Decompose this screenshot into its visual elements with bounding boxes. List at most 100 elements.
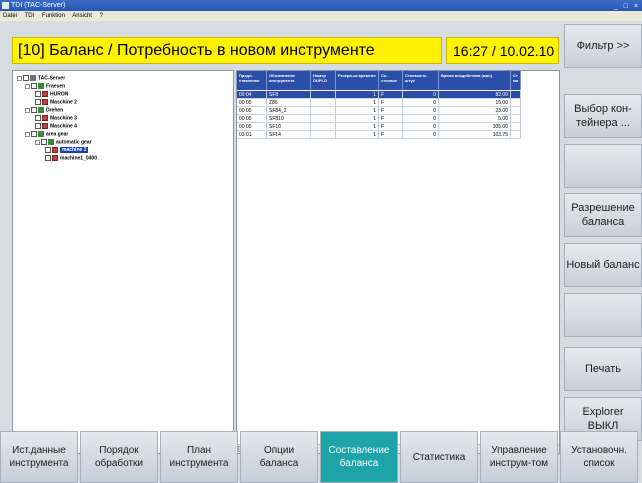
column-header[interactable]: Ст мо [511, 71, 521, 90]
expand-toggle-icon[interactable] [25, 131, 30, 137]
column-header[interactable]: Резерв-ка времени [336, 71, 379, 90]
tree-node-label: Maschine 4 [50, 123, 77, 130]
tree-node[interactable]: Maschine 4 [35, 123, 77, 130]
server-icon [30, 75, 36, 81]
table-cell: 00:05 [237, 115, 267, 123]
softkey-составление[interactable]: Составление баланса [320, 431, 398, 483]
tree-node[interactable]: Maschine 2 [35, 99, 77, 106]
table-cell: 00:05 [237, 107, 267, 115]
expand-toggle-icon[interactable] [25, 107, 30, 113]
tree-checkbox[interactable] [35, 123, 41, 129]
table-cell: 1 [336, 115, 379, 123]
tree-checkbox[interactable] [31, 107, 37, 113]
tree-checkbox[interactable] [41, 139, 47, 145]
table-cell [511, 131, 521, 139]
table-cell: SF810 [267, 115, 311, 123]
column-header[interactable]: Стоимость штук [403, 71, 439, 90]
tree-node[interactable]: area gear [25, 131, 68, 138]
tree-checkbox[interactable] [45, 155, 51, 161]
machine-icon [52, 155, 58, 161]
softkey-новый-баланс[interactable]: Новый баланс [564, 243, 642, 287]
table-cell: SF84_2 [267, 107, 311, 115]
tree-checkbox[interactable] [35, 99, 41, 105]
softkey-порядок[interactable]: Порядок обработки [80, 431, 158, 483]
tree-node-label: TAC-Server [38, 75, 66, 82]
menu-item-help[interactable]: ? [100, 13, 103, 19]
softkey-выбор-кон[interactable]: Выбор кон- тейнера ... [564, 94, 642, 138]
table-cell [311, 91, 336, 99]
softkey-empty[interactable] [564, 293, 642, 337]
column-header[interactable]: Обозначение инструмента [267, 71, 311, 90]
softkey-empty[interactable] [564, 144, 642, 188]
table-cell: 00:05 [237, 99, 267, 107]
table-row[interactable]: 00:05 Z86 1 F 0 15.00 [237, 99, 521, 107]
table-cell: 0 [403, 99, 439, 107]
softkey-фильтр[interactable]: Фильтр >> [564, 24, 642, 68]
menu-item-file[interactable]: Datei [3, 13, 17, 19]
vertical-softkey-bar: Фильтр >> Выбор кон- тейнера ... Разрешени… [564, 21, 642, 441]
table-row[interactable]: 00:05 SF10 1 F 0 305.00 [237, 123, 521, 131]
menu-item-function[interactable]: Funktion [42, 13, 65, 19]
softkey-статистика[interactable]: Статистика [400, 431, 478, 483]
tree-checkbox[interactable] [35, 91, 41, 97]
column-header[interactable]: Со-стояние [379, 71, 403, 90]
table-cell: Z86 [267, 99, 311, 107]
window-title: TDI (TAC-Server) [11, 2, 66, 9]
tree-node[interactable]: Fraesen [25, 83, 65, 90]
tree-node[interactable]: automatic gear [35, 139, 92, 146]
softkey-план[interactable]: План инструмента [160, 431, 238, 483]
tree-checkbox[interactable] [45, 147, 51, 153]
tree-node[interactable]: Drehen [25, 107, 63, 114]
tree-checkbox[interactable] [31, 131, 37, 137]
column-header[interactable]: Время воздействия (мин) [439, 71, 511, 90]
balance-table[interactable]: Предо-ставление Обозначение инструмента … [236, 70, 560, 454]
table-header: Предо-ставление Обозначение инструмента … [237, 71, 521, 90]
table-cell: 0 [403, 115, 439, 123]
table-cell: F [379, 107, 403, 115]
table-row[interactable]: 00:05 SF84_2 1 F 0 23.00 [237, 107, 521, 115]
column-header[interactable]: Предо-ставление [237, 71, 267, 90]
expand-toggle-icon[interactable] [35, 139, 40, 145]
softkey-печать[interactable]: Печать [564, 347, 642, 391]
machine-icon [42, 123, 48, 129]
softkey-управление[interactable]: Управление инструм-том [480, 431, 558, 483]
expand-toggle-icon[interactable] [17, 75, 22, 81]
menu-item-view[interactable]: Ansicht [72, 13, 92, 19]
table-row[interactable]: 00:04 SF8 1 F 0 82.00 [237, 91, 521, 99]
expand-toggle-icon[interactable] [25, 83, 30, 89]
tree-node-label: Fraesen [46, 83, 66, 90]
table-row[interactable]: 00:05 SF810 1 F 0 5.00 [237, 115, 521, 123]
tree-node[interactable]: machine1_0400 [45, 155, 97, 162]
tree-node[interactable]: Maschine 3 [35, 115, 77, 122]
machine-icon [42, 99, 48, 105]
group-icon [38, 131, 44, 137]
table-cell: F [379, 131, 403, 139]
softkey-ист-данные[interactable]: Ист.данные инструмента [0, 431, 78, 483]
tree-node[interactable]: machine 1 [45, 147, 89, 154]
softkey-опции[interactable]: Опции баланса [240, 431, 318, 483]
table-cell [311, 107, 336, 115]
tree-node[interactable]: TAC-Server [17, 75, 65, 82]
table-cell: 23.00 [439, 107, 511, 115]
tree-checkbox[interactable] [31, 83, 37, 89]
table-cell: 00:04 [237, 91, 267, 99]
table-row[interactable]: 03:01 SF14 1 F 0 103.75 [237, 131, 521, 139]
table-cell: 1 [336, 107, 379, 115]
menu-bar: Datei TDI Funktion Ansicht ? [0, 11, 642, 21]
table-cell: SF10 [267, 123, 311, 131]
tree-node-label: machine1_0400 [60, 155, 97, 162]
machine-icon [52, 147, 58, 153]
tree-checkbox[interactable] [23, 75, 29, 81]
table-cell: 82.00 [439, 91, 511, 99]
menu-item-tdi[interactable]: TDI [25, 13, 35, 19]
table-cell: 305.00 [439, 123, 511, 131]
table-cell: 0 [403, 131, 439, 139]
machine-tree[interactable]: TAC-Server Fraesen HURON Maschine 2 Drehen Ma… [12, 70, 234, 454]
tree-node-label: Maschine 2 [50, 99, 77, 106]
main-client-area: [10] Баланс / Потребность в новом инстру… [0, 21, 642, 483]
softkey-разрешение[interactable]: Разрешение баланса [564, 193, 642, 237]
softkey-установочн[interactable]: Установочн. список [560, 431, 638, 483]
column-header[interactable]: Номер DUPLO [311, 71, 336, 90]
tree-checkbox[interactable] [35, 115, 41, 121]
tree-node[interactable]: HURON [35, 91, 68, 98]
